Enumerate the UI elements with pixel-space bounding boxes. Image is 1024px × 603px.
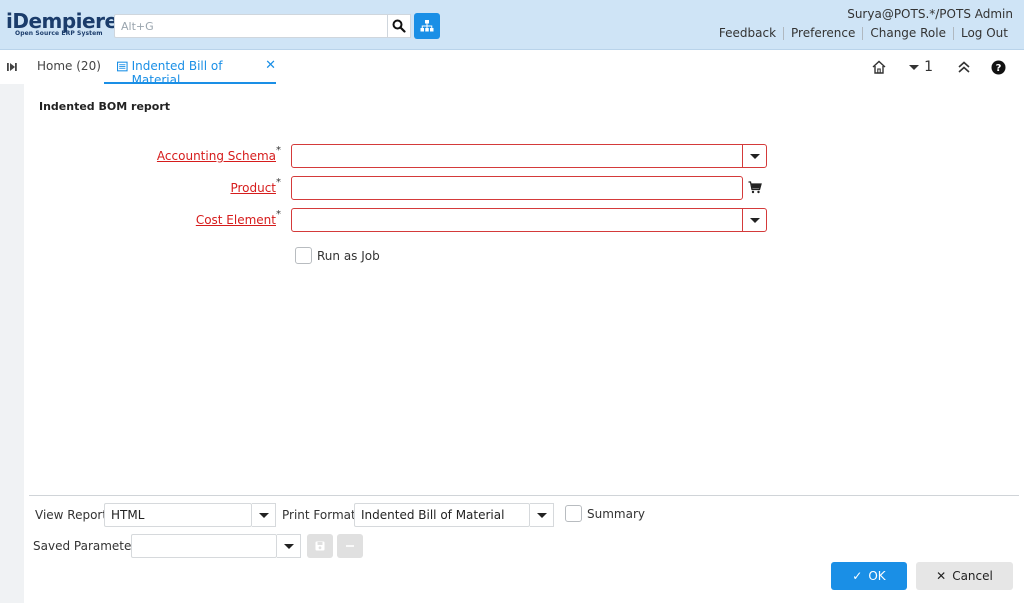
cost-element-dropdown[interactable] xyxy=(291,208,767,232)
saved-parameters-select[interactable] xyxy=(131,534,277,558)
caret-down-icon xyxy=(909,64,920,70)
search-button[interactable] xyxy=(388,14,411,38)
window-list-dropdown[interactable]: 1 xyxy=(909,59,933,75)
global-search-input[interactable]: Alt+G xyxy=(114,14,388,38)
idempiere-logo[interactable]: iDempiere Open Source ERP System xyxy=(6,10,118,42)
search-icon xyxy=(392,19,406,33)
minus-icon xyxy=(346,545,354,547)
header-links: Feedback Preference Change Role Log Out xyxy=(712,26,1015,40)
saved-parameters-label: Saved Parameters xyxy=(33,539,143,553)
cost-element-label[interactable]: Cost Element xyxy=(196,213,276,227)
tab-label: Indented Bill of Material xyxy=(131,59,223,87)
expand-sidebar-icon[interactable] xyxy=(6,61,18,73)
run-as-job-checkbox[interactable] xyxy=(295,247,312,264)
user-role-label[interactable]: Surya@POTS.*/POTS Admin xyxy=(847,7,1013,21)
print-format-select[interactable]: Indented Bill of Material xyxy=(354,503,530,527)
window-count: 1 xyxy=(924,59,933,75)
accounting-schema-label[interactable]: Accounting Schema xyxy=(157,149,276,163)
process-dialog: Indented BOM report Accounting Schema * … xyxy=(24,84,1024,603)
caret-down-icon xyxy=(536,512,547,518)
accounting-schema-dropdown[interactable] xyxy=(291,144,767,168)
page-title: Indented BOM report xyxy=(39,100,171,113)
cancel-button[interactable]: ✕ Cancel xyxy=(916,562,1013,590)
check-icon: ✓ xyxy=(852,569,863,583)
view-report-select[interactable]: HTML xyxy=(104,503,252,527)
run-as-job-label[interactable]: Run as Job xyxy=(317,249,380,263)
tab-home[interactable]: Home (20) xyxy=(37,59,101,84)
sitemap-icon xyxy=(420,20,434,32)
view-report-toggle[interactable] xyxy=(252,503,276,527)
required-indicator: * xyxy=(276,177,281,188)
collapse-up-icon[interactable] xyxy=(957,60,971,74)
cancel-label: Cancel xyxy=(952,569,993,583)
tab-indented-bom[interactable]: Indented Bill of Material ✕ xyxy=(104,59,276,87)
logo-text: iDempiere xyxy=(6,9,118,33)
caret-down-icon xyxy=(749,153,760,159)
help-icon[interactable]: ? xyxy=(991,60,1006,75)
change-role-link[interactable]: Change Role xyxy=(863,26,953,40)
save-parameters-button[interactable] xyxy=(307,534,333,558)
product-field[interactable] xyxy=(291,176,743,200)
ok-label: OK xyxy=(868,569,886,583)
app-header: iDempiere Open Source ERP System Alt+G S… xyxy=(0,0,1024,50)
view-report-label: View Report xyxy=(35,508,108,522)
dropdown-toggle[interactable] xyxy=(742,209,766,231)
caret-down-icon xyxy=(749,217,760,223)
summary-label[interactable]: Summary xyxy=(587,507,645,521)
left-gutter xyxy=(0,84,24,603)
caret-down-icon xyxy=(283,543,294,549)
required-indicator: * xyxy=(276,209,281,220)
feedback-link[interactable]: Feedback xyxy=(712,26,783,40)
report-icon xyxy=(117,61,128,72)
svg-text:?: ? xyxy=(996,63,1002,74)
print-format-toggle[interactable] xyxy=(530,503,554,527)
product-label[interactable]: Product xyxy=(230,181,276,195)
ok-button[interactable]: ✓ OK xyxy=(831,562,907,590)
caret-down-icon xyxy=(258,512,269,518)
summary-checkbox[interactable] xyxy=(565,505,582,522)
tab-bar: Home (20) Indented Bill of Material ✕ 1 xyxy=(0,51,1024,87)
logo-subtitle: Open Source ERP System xyxy=(15,30,103,37)
menu-tree-button[interactable] xyxy=(414,13,440,39)
save-icon xyxy=(315,541,325,551)
dropdown-toggle[interactable] xyxy=(742,145,766,167)
home-icon[interactable] xyxy=(871,59,887,75)
shopping-cart-icon[interactable] xyxy=(748,181,762,194)
preference-link[interactable]: Preference xyxy=(784,26,862,40)
saved-parameters-toggle[interactable] xyxy=(277,534,301,558)
print-format-label: Print Format xyxy=(282,508,356,522)
logout-link[interactable]: Log Out xyxy=(954,26,1015,40)
required-indicator: * xyxy=(276,145,281,156)
delete-parameters-button[interactable] xyxy=(337,534,363,558)
divider xyxy=(29,495,1019,496)
tab-toolbar: 1 ? xyxy=(871,59,1006,75)
close-icon: ✕ xyxy=(936,569,947,583)
close-tab-icon[interactable]: ✕ xyxy=(265,59,276,73)
